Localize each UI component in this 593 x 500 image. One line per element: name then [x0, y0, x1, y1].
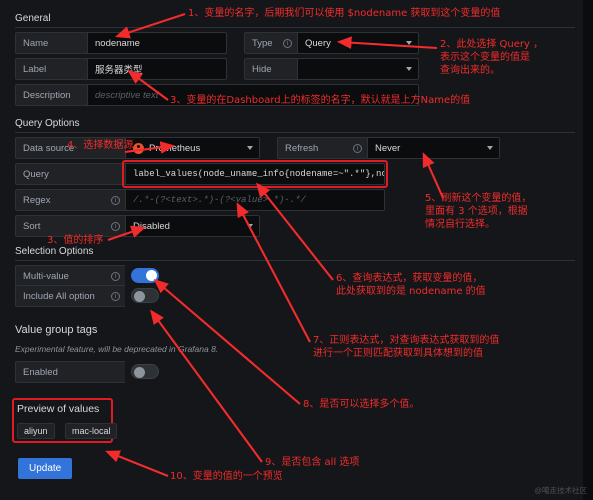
info-icon-regex[interactable]: i	[111, 195, 120, 205]
divider-query-options	[15, 132, 575, 133]
input-name[interactable]: nodename	[87, 32, 227, 54]
label-hide: Hide	[244, 58, 297, 80]
label-regex-text: Regex	[23, 194, 51, 206]
label-include-all-text: Include All option	[23, 290, 95, 302]
toggle-enabled[interactable]	[131, 364, 159, 379]
chevron-down-icon-type	[406, 41, 412, 45]
chevron-down-icon-datasource	[247, 146, 253, 150]
label-name-text: Name	[23, 37, 49, 49]
label-regex: Regex i	[15, 189, 125, 211]
label-sort-text: Sort	[23, 220, 41, 232]
select-sort[interactable]: Disabled	[125, 215, 260, 237]
section-title-query-options: Query Options	[15, 118, 80, 129]
annotation-6: 6、查询表达式，获取变量的值， 此处获取到的是 nodename 的值	[336, 273, 486, 297]
preview-value-1: mac-local	[64, 423, 118, 439]
label-description-text: Description	[23, 89, 71, 101]
annotation-10: 10、变量的值的一个预览	[170, 471, 283, 482]
divider-selection-options	[15, 260, 575, 261]
label-refresh: Refresh i	[277, 137, 367, 159]
info-icon-multi-value[interactable]: i	[111, 271, 120, 281]
chevron-down-icon-refresh	[487, 146, 493, 150]
label-hide-text: Hide	[252, 63, 272, 75]
annotation-2: 2、此处选择 Query ， 表示这个变量的值是 查询出来的。	[440, 39, 544, 76]
input-label[interactable]: 服务器类型	[87, 58, 227, 80]
label-enabled-text: Enabled	[23, 366, 58, 378]
section-title-value-group-tags: Value group tags	[15, 324, 98, 336]
annotation-7: 7、正则表达式，对查询表达式获取到的值 进行一个正则匹配获取到具体想到的值	[313, 335, 500, 359]
right-rail	[583, 0, 593, 500]
label-refresh-text: Refresh	[285, 142, 319, 154]
select-refresh[interactable]: Never	[367, 137, 500, 159]
label-type: Type i	[244, 32, 297, 54]
select-type[interactable]: Query	[297, 32, 419, 54]
annotation-5: 5、刷新这个变量的值， 里面有 3 个选项，根据 情况自行选择。	[425, 193, 532, 230]
input-regex[interactable]: /.*-(?<text>.*)-(?<value>.*)-.*/	[125, 189, 385, 211]
label-query: Query	[15, 163, 125, 185]
select-hide[interactable]	[297, 58, 419, 80]
section-title-preview: Preview of values	[17, 403, 100, 415]
preview-value-0: aliyun	[17, 423, 55, 439]
label-multi-value-text: Multi-value	[23, 270, 69, 282]
label-query-text: Query	[23, 168, 49, 180]
label-name: Name	[15, 32, 87, 54]
info-icon-type[interactable]: i	[283, 38, 292, 48]
toggle-knob-multi-value	[146, 270, 157, 281]
label-type-text: Type	[252, 37, 273, 49]
watermark: @噶走技术社区	[534, 486, 587, 495]
annotation-8: 8、是否可以选择多个值。	[303, 399, 420, 410]
info-icon-refresh[interactable]: i	[353, 143, 362, 153]
toggle-include-all[interactable]	[131, 288, 159, 303]
value-group-tags-note: Experimental feature, will be deprecated…	[15, 344, 219, 354]
info-icon-include-all[interactable]: i	[111, 291, 120, 301]
label-multi-value: Multi-value i	[15, 265, 125, 287]
select-refresh-value: Never	[375, 142, 401, 154]
section-title-general: General	[15, 13, 51, 24]
chevron-down-icon-hide	[406, 67, 412, 71]
toggle-knob-enabled	[134, 367, 145, 378]
annotation-11: 3、值的排序	[47, 235, 104, 246]
select-data-source-value: Prometheus	[149, 142, 201, 154]
select-sort-value: Disabled	[133, 220, 170, 232]
label-enabled: Enabled	[15, 361, 125, 383]
section-title-selection-options: Selection Options	[15, 246, 94, 257]
toggle-knob-include-all	[134, 291, 145, 302]
toggle-multi-value[interactable]	[131, 268, 159, 283]
select-type-value: Query	[305, 37, 331, 49]
chevron-down-icon-sort	[247, 224, 253, 228]
label-include-all: Include All option i	[15, 285, 125, 307]
info-icon-sort[interactable]: i	[111, 221, 120, 231]
label-label: Label	[15, 58, 87, 80]
update-button[interactable]: Update	[18, 458, 73, 479]
annotation-3: 3、变量的在Dashboard上的标签的名字，默认就是上方Name的值	[170, 95, 471, 106]
annotation-4: 4、选择数据源	[67, 140, 134, 151]
label-description: Description	[15, 84, 87, 106]
grafana-variable-editor: General Name nodename Type i Query Label …	[0, 0, 593, 500]
input-query[interactable]: label_values(node_uname_info{nodename=~"…	[125, 163, 385, 185]
label-label-text: Label	[23, 63, 47, 75]
select-data-source[interactable]: Prometheus	[125, 137, 260, 159]
annotation-9: 9、是否包含 all 选项	[265, 457, 360, 468]
prometheus-icon	[133, 142, 144, 154]
annotation-1: 1、变量的名字，后期我们可以使用 $nodename 获取到这个变量的值	[188, 8, 501, 19]
preview-values: aliyun mac-local	[17, 421, 123, 439]
divider-general	[15, 27, 575, 28]
